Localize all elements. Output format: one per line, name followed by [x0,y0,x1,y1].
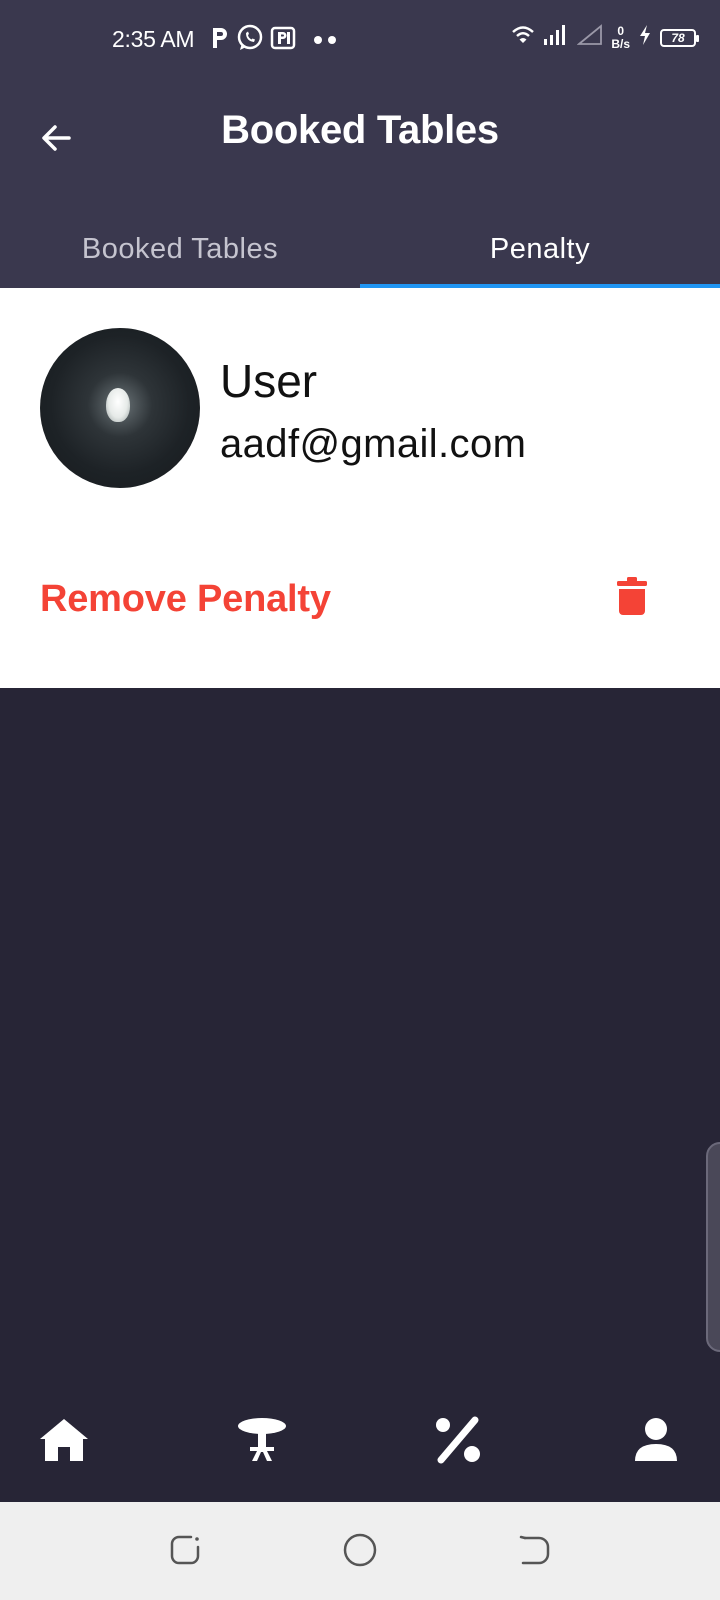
status-bar: 2:35 AM 0 B/s 78 [0,0,720,80]
nav-home[interactable] [34,1412,94,1472]
signal-icon [543,24,569,51]
tab-label: Penalty [489,232,591,265]
battery-level: 78 [671,30,685,45]
page-title: Booked Tables [221,108,499,152]
system-navigation-bar [0,1502,720,1600]
network-speed: 0 B/s [611,23,630,51]
p-icon [210,25,230,56]
user-name: User [220,355,318,407]
whatsapp-icon [236,24,264,57]
no-signal-icon [576,24,603,51]
delete-button[interactable] [608,570,656,626]
home-circle-icon [342,1532,378,1573]
net-speed-value: 0 [617,23,624,38]
battery-icon: 78 [660,28,699,47]
tab-booked-tables[interactable]: Booked Tables [0,210,360,288]
tab-label: Booked Tables [81,232,279,265]
more-dots-icon [312,32,338,50]
edge-panel-handle[interactable] [706,1142,720,1352]
nav-profile[interactable] [626,1412,686,1472]
status-time: 2:35 AM [112,26,195,52]
wifi-icon [511,24,535,51]
nav-tables[interactable] [232,1412,292,1472]
notification-icons [210,24,338,57]
tab-penalty[interactable]: Penalty [360,210,720,288]
table-icon [236,1417,288,1468]
home-button[interactable] [340,1532,380,1572]
recents-button[interactable] [166,1532,206,1572]
user-email: aadf@gmail.com [220,422,527,466]
nav-discounts[interactable] [428,1412,488,1472]
person-icon [633,1417,679,1468]
penalty-card: User aadf@gmail.com Remove Penalty [0,288,720,688]
back-system-icon [517,1533,551,1572]
system-status-icons: 0 B/s 78 [511,23,699,51]
recents-icon [169,1533,203,1572]
percent-icon [433,1416,483,1469]
remove-penalty-button[interactable]: Remove Penalty [40,578,331,621]
avatar [40,328,200,488]
app-bar: Booked Tables [0,80,720,210]
net-speed-unit: B/s [611,36,630,51]
back-system-button[interactable] [514,1532,554,1572]
trash-icon [617,576,647,620]
tab-bar: Booked Tables Penalty [0,210,720,288]
charging-icon [638,24,652,51]
parking-icon [270,25,296,56]
home-icon [38,1417,90,1468]
avatar-bulb-image [106,388,130,422]
bottom-navigation [0,1380,720,1502]
